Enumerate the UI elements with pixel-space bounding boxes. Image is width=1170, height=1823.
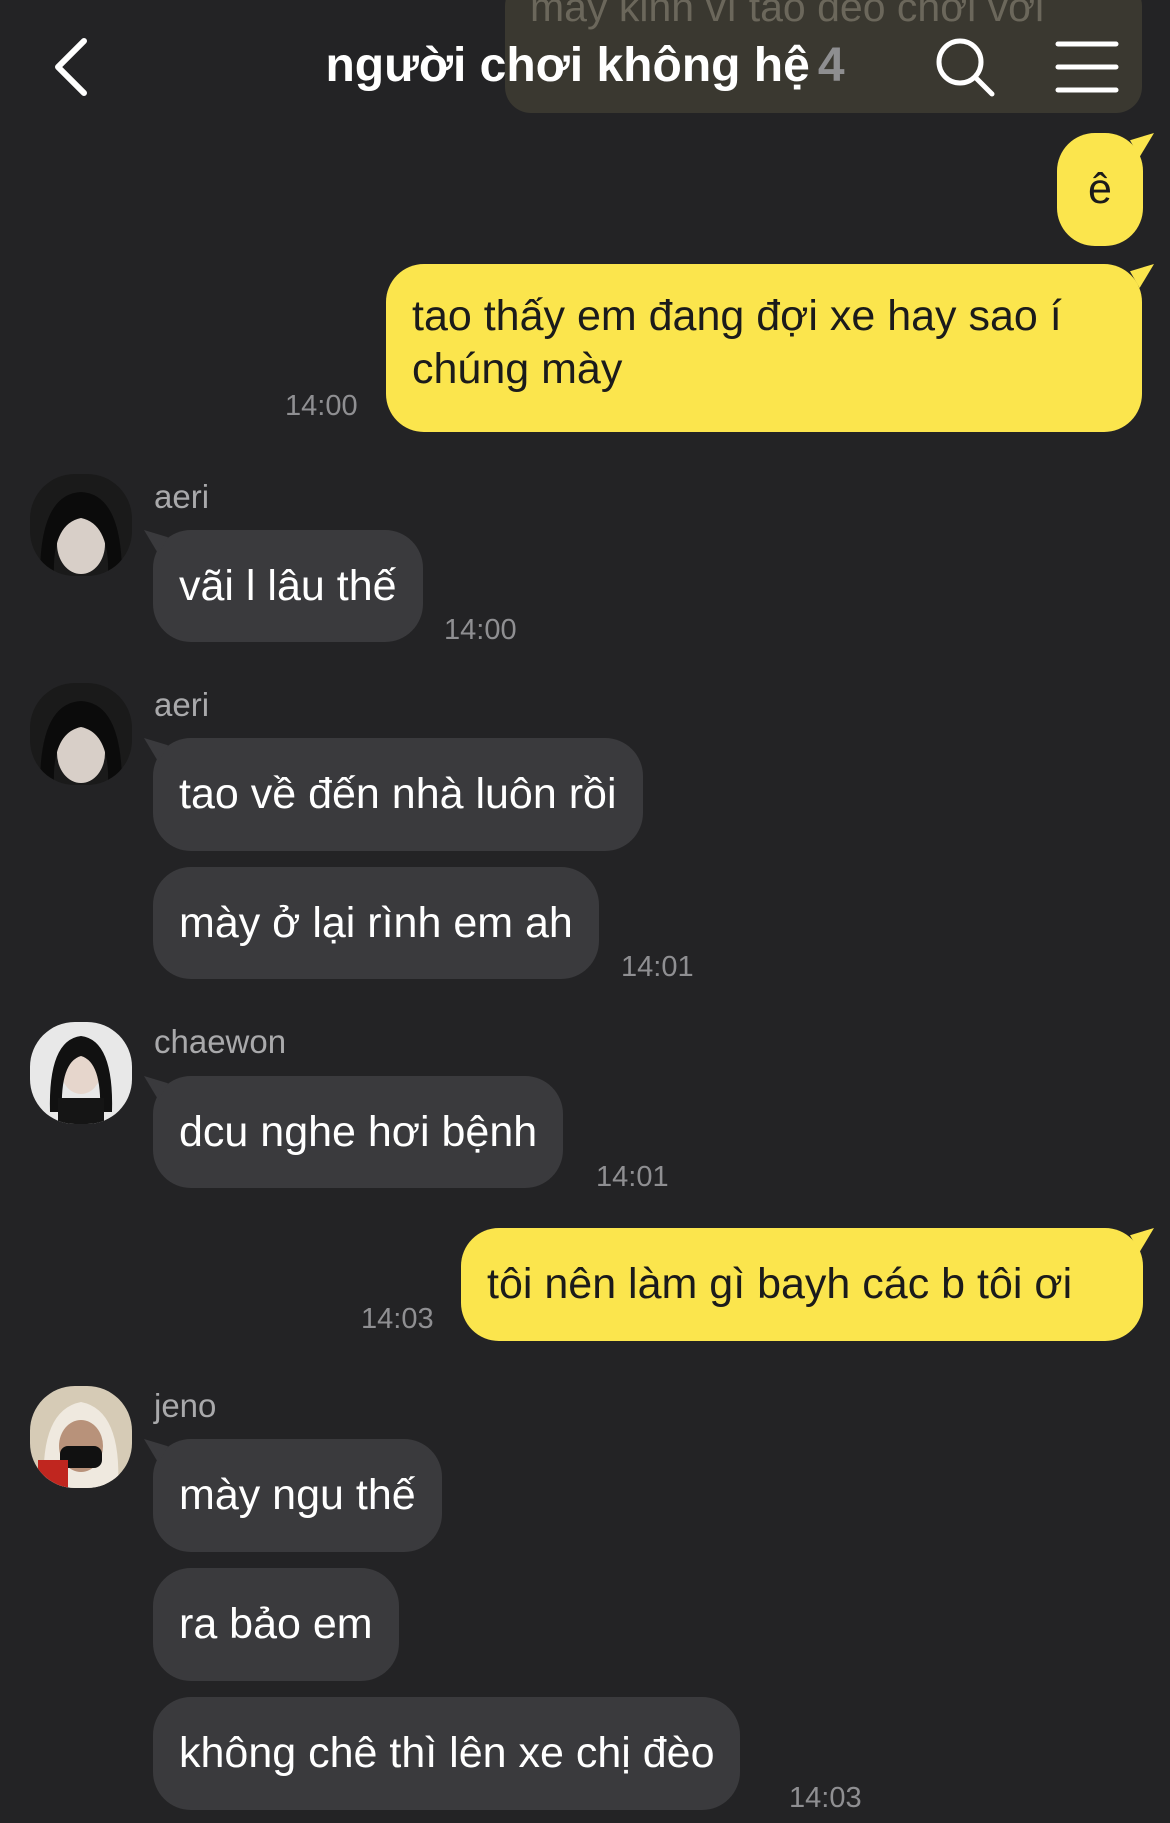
- avatar-chaewon[interactable]: [30, 1022, 132, 1124]
- message-text: tao về đến nhà luôn rồi: [179, 770, 617, 818]
- received-message-bubble[interactable]: ra bảo em: [153, 1568, 399, 1681]
- message-text: mày ngu thế: [179, 1471, 416, 1519]
- avatar-aeri[interactable]: [30, 474, 132, 576]
- message-text: tao thấy em đang đợi xe hay sao í chúng …: [412, 292, 1062, 393]
- profile-photo-icon: [30, 1386, 132, 1488]
- menu-button[interactable]: [1052, 34, 1122, 100]
- hamburger-menu-icon: [1055, 41, 1119, 93]
- back-button[interactable]: [40, 34, 100, 100]
- message-time: 14:01: [596, 1161, 669, 1193]
- received-message-bubble[interactable]: tao về đến nhà luôn rồi: [153, 738, 643, 851]
- message-text: vãi l lâu thế: [179, 561, 397, 610]
- message-time: 14:00: [285, 390, 358, 422]
- chat-screen: mày kinh vì tao đéo chơi với người chơi …: [0, 0, 1170, 1823]
- profile-photo-icon: [30, 474, 132, 576]
- chevron-left-icon: [55, 38, 87, 96]
- received-message-bubble[interactable]: mày ngu thế: [153, 1439, 442, 1552]
- received-message-bubble[interactable]: không chê thì lên xe chị đèo: [153, 1697, 741, 1810]
- my-message-bubble[interactable]: tao thấy em đang đợi xe hay sao í chúng …: [386, 264, 1142, 432]
- member-count: 4: [817, 39, 845, 92]
- sender-name: jeno: [154, 1387, 217, 1424]
- search-icon: [936, 38, 995, 97]
- chat-name: người chơi không hệ: [325, 39, 810, 92]
- chat-title[interactable]: người chơi không hệ 4: [200, 38, 970, 93]
- previous-message-text: mày kinh vì tao đéo chơi với: [530, 0, 1045, 30]
- message-text: ra bảo em: [179, 1600, 373, 1648]
- message-time: 14:00: [444, 614, 517, 646]
- received-message-bubble[interactable]: dcu nghe hơi bệnh: [153, 1076, 564, 1188]
- my-message-bubble[interactable]: ê: [1057, 133, 1143, 246]
- message-text: mày ở lại rình em ah: [179, 898, 573, 947]
- my-message-bubble[interactable]: tôi nên làm gì bayh các b tôi ơi: [461, 1228, 1143, 1341]
- message-time: 14:03: [361, 1303, 434, 1335]
- profile-photo-icon: [30, 1022, 132, 1124]
- sender-name: aeri: [154, 686, 210, 723]
- message-text: tôi nên làm gì bayh các b tôi ơi: [487, 1260, 1073, 1308]
- message-time: 14:01: [621, 951, 694, 983]
- received-message-bubble[interactable]: vãi l lâu thế: [153, 530, 423, 642]
- avatar-jeno[interactable]: [30, 1386, 132, 1488]
- message-text: không chê thì lên xe chị đèo: [179, 1729, 715, 1777]
- message-text: ê: [1088, 165, 1112, 213]
- received-message-bubble[interactable]: mày ở lại rình em ah: [153, 867, 599, 979]
- avatar-aeri[interactable]: [30, 683, 132, 785]
- sender-name: aeri: [154, 478, 210, 515]
- sender-name: chaewon: [154, 1023, 287, 1060]
- profile-photo-icon: [30, 683, 132, 785]
- message-text: dcu nghe hơi bệnh: [179, 1107, 538, 1156]
- search-button[interactable]: [932, 34, 998, 100]
- message-time: 14:03: [789, 1782, 862, 1814]
